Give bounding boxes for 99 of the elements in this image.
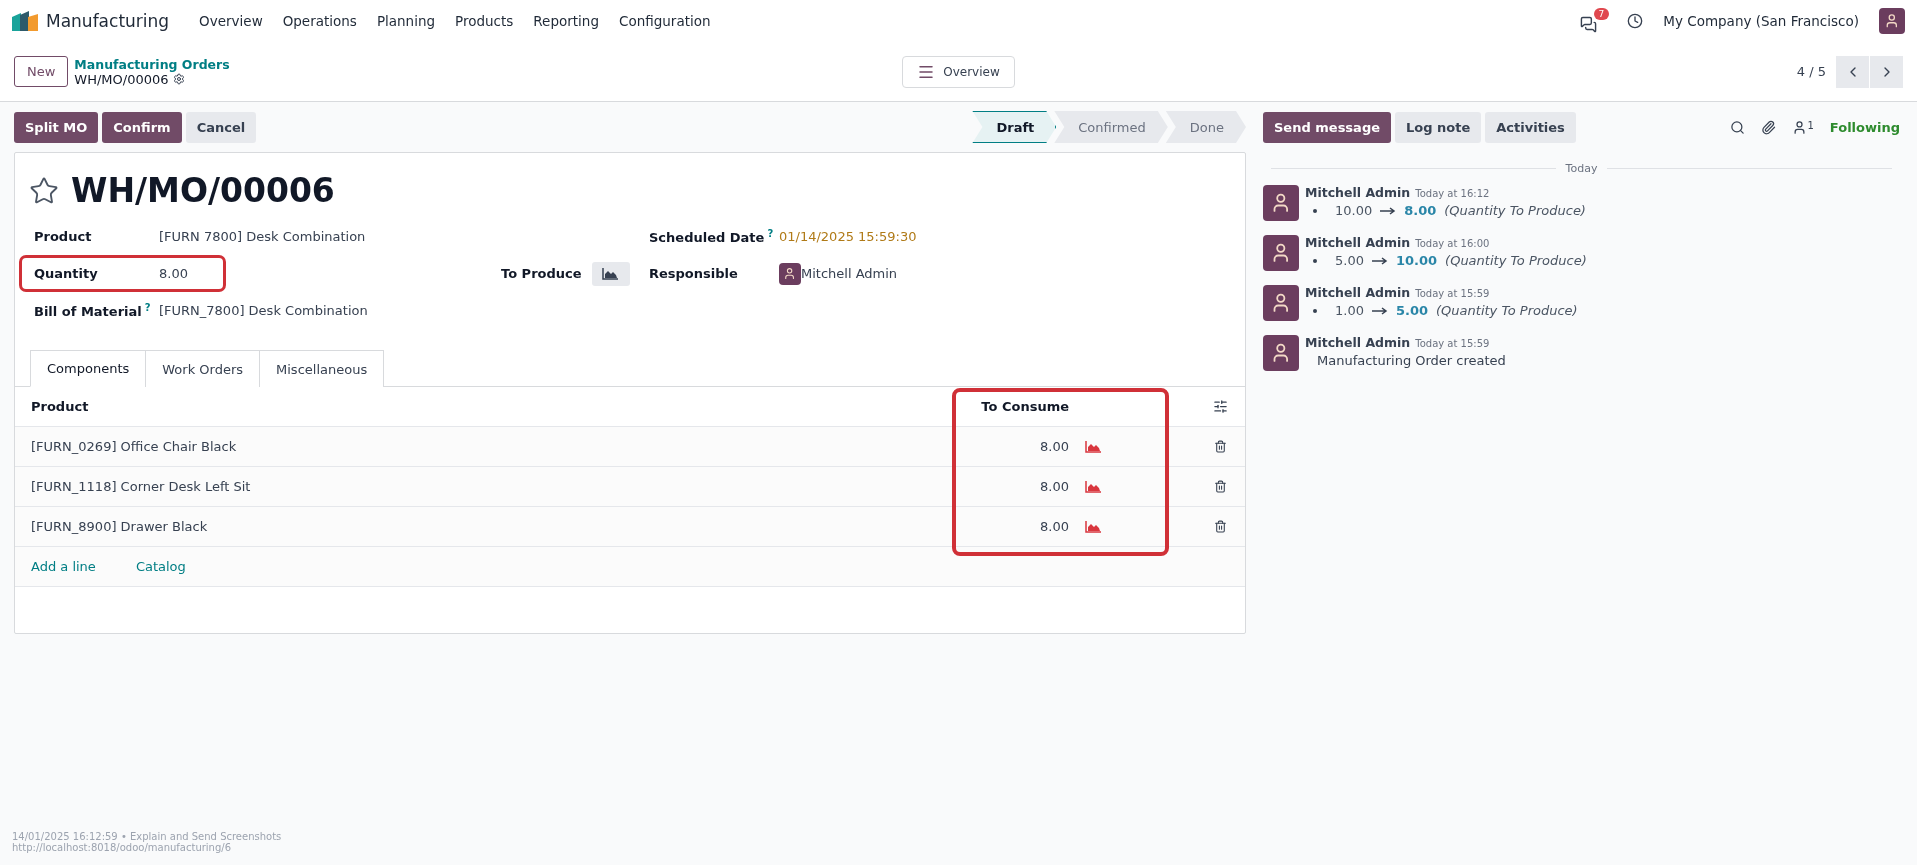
area-chart-icon [1085,480,1102,493]
chatter-button[interactable]: Send message [1263,111,1391,143]
user-avatar [779,262,801,285]
delete-icon[interactable] [1213,440,1227,453]
table-cell[interactable]: 8.00 [949,439,1069,454]
new-value: 10.00 [1395,253,1438,268]
date-separator: Today [1565,162,1598,175]
star-icon[interactable] [29,175,59,206]
arrow-icon [1371,306,1388,315]
clock-icon[interactable] [1627,13,1644,29]
user-avatar [1879,8,1905,34]
new-button[interactable]: New [14,56,69,87]
author-avatar [1263,235,1299,271]
old-value: 10.00 [1335,203,1373,218]
app-name[interactable]: Manufacturing [46,11,170,31]
field-name: (Quantity To Produce) [1445,253,1587,268]
message-text: Manufacturing Order created [1316,353,1506,368]
field-value[interactable]: [FURN_7800] Desk Combination [159,303,368,318]
author-avatar [1263,185,1299,221]
action-button[interactable]: Cancel [185,111,257,143]
column-header[interactable]: To Consume [949,399,1069,414]
footer-text: 14/01/2025 16:12:59 • Explain and Send Screenshots [12,831,282,842]
settings-icon[interactable] [172,73,185,85]
search-icon[interactable] [1730,119,1746,135]
table-cell[interactable]: [FURN_1118] Corner Desk Left Sit [31,479,949,494]
record-name: WH/MO/00006 [74,71,169,87]
menu-item[interactable]: Operations [272,13,367,29]
action-button[interactable]: Confirm [102,111,182,143]
status-stage[interactable]: Draft [972,111,1057,143]
record-title: WH/MO/00006 [71,171,335,210]
field-label: Quantity [34,266,99,281]
forecast-button[interactable] [591,261,630,286]
table-link[interactable]: Add a line [31,559,96,574]
field-value[interactable]: 01/14/2025 15:59:30 [779,229,917,244]
author-name[interactable]: Mitchell Admin [1305,185,1411,200]
column-settings-icon[interactable] [1212,399,1228,414]
old-value: 5.00 [1335,253,1364,268]
area-chart-icon [602,267,620,280]
status-stage[interactable]: Confirmed [1054,111,1168,143]
menu-item[interactable]: Configuration [609,13,721,29]
author-avatar [1263,335,1299,371]
field-label: Bill of Material $^{?}$ [34,301,152,320]
menu-item[interactable]: Overview [189,13,273,29]
bullet-icon [1313,258,1317,263]
area-chart-icon [1085,520,1102,533]
field-value[interactable]: [FURN 7800] Desk Combination [159,229,366,244]
tab[interactable]: Miscellaneous [259,350,385,387]
following-button[interactable]: Following [1829,119,1900,135]
overview-button[interactable]: Overview [902,55,1015,88]
author-name[interactable]: Mitchell Admin [1305,285,1411,300]
field-name: (Quantity To Produce) [1436,303,1578,318]
messages-icon[interactable] [1580,15,1598,33]
chatter-button[interactable]: Activities [1485,111,1576,143]
field-label: Responsible [649,266,739,281]
tab[interactable]: Components [30,350,147,387]
message-time: Today at 16:00 [1415,238,1490,249]
author-name[interactable]: Mitchell Admin [1305,235,1411,250]
status-stage[interactable]: Done [1165,111,1246,143]
message-time: Today at 16:12 [1415,188,1490,199]
message-time: Today at 15:59 [1415,338,1490,349]
menu-item[interactable]: Planning [366,13,446,29]
action-button[interactable]: Split MO [14,111,99,143]
arrow-icon [1380,206,1397,215]
new-value: 5.00 [1395,303,1429,318]
author-name[interactable]: Mitchell Admin [1305,335,1411,350]
column-header[interactable]: Product [31,399,949,414]
company-name[interactable]: My Company (San Francisco) [1663,13,1859,29]
paperclip-icon[interactable] [1761,119,1777,135]
bullet-icon [1313,308,1317,313]
followers-button[interactable]: 1 [1792,119,1814,135]
field-label: Product [34,229,93,244]
table-cell[interactable]: 8.00 [949,519,1069,534]
table-cell[interactable]: 8.00 [949,479,1069,494]
menu-item[interactable]: Reporting [523,13,609,29]
footer-url: http://localhost:8018/odoo/manufacturing/6 [12,842,233,853]
delete-icon[interactable] [1213,480,1227,493]
field-label: To Produce [501,266,582,281]
field-label: Scheduled Date $^{?}$ [649,227,775,246]
message-time: Today at 15:59 [1415,288,1490,299]
field-value[interactable]: 8.00 [159,266,188,281]
table-cell[interactable]: [FURN_8900] Drawer Black [31,519,949,534]
bullet-icon [1313,208,1317,213]
field-name: (Quantity To Produce) [1444,203,1586,218]
area-chart-icon [1085,440,1102,453]
arrow-icon [1371,256,1388,265]
message-count-badge: 7 [1593,7,1610,20]
chatter-button[interactable]: Log note [1395,111,1482,143]
table-cell[interactable]: [FURN_0269] Office Chair Black [31,439,949,454]
breadcrumb-link[interactable]: Manufacturing Orders [74,56,230,72]
field-value[interactable]: Mitchell Admin [801,266,898,281]
author-avatar [1263,285,1299,321]
menu-item[interactable]: Products [445,13,524,29]
table-link[interactable]: Catalog [135,559,186,574]
app-logo-icon[interactable] [12,11,38,31]
pager-counter: 4 / 5 [1796,64,1826,79]
old-value: 1.00 [1335,303,1364,318]
delete-icon[interactable] [1213,520,1227,533]
new-value: 8.00 [1404,203,1437,218]
tab[interactable]: Work Orders [145,350,261,387]
